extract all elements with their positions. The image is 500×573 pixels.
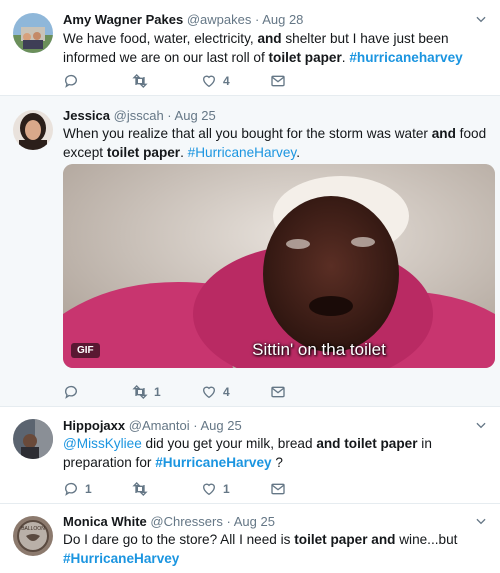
bold-span: and (431, 126, 456, 141)
tweet-text: Do I dare go to the store? All I need is… (63, 530, 493, 568)
like-count: 4 (223, 74, 230, 88)
bold-span: and toilet paper (316, 436, 418, 451)
avatar[interactable]: BALLOON (13, 516, 53, 556)
avatar[interactable] (13, 419, 53, 459)
tweet[interactable]: Jessica @jsscah · Aug 25 When you realiz… (0, 96, 500, 407)
retweet-button[interactable]: 1 (132, 384, 161, 400)
hashtag-link[interactable]: #HurricaneHarvey (155, 455, 271, 470)
text-span: Do I dare go to the store? All I need is (63, 532, 295, 547)
text-span: wine...but (395, 532, 458, 547)
message-button[interactable] (270, 73, 286, 89)
like-button[interactable]: 1 (201, 481, 230, 497)
separator: · (193, 418, 198, 433)
handle[interactable]: @awpakes (187, 12, 252, 27)
tweet-header: Amy Wagner Pakes @awpakes · Aug 28 (63, 12, 303, 28)
reply-icon (63, 384, 79, 400)
hashtag-link[interactable]: #hurricaneharvey (349, 50, 462, 65)
heart-icon (201, 481, 217, 497)
separator: · (226, 514, 231, 529)
tweet-text: We have food, water, electricity, and sh… (63, 29, 493, 67)
retweet-icon (132, 73, 148, 89)
display-name[interactable]: Monica White (63, 514, 147, 529)
separator: · (167, 108, 172, 123)
timestamp[interactable]: Aug 25 (201, 418, 242, 433)
text-span: did you get your milk, bread (141, 436, 317, 451)
gif-frame (63, 164, 495, 368)
envelope-icon (270, 384, 286, 400)
tweet-header: Jessica @jsscah · Aug 25 (63, 108, 216, 124)
text-span: ? (271, 455, 283, 470)
avatar[interactable] (13, 13, 53, 53)
tweet-actions: 1 4 (63, 384, 323, 402)
reply-button[interactable] (63, 384, 85, 400)
text-span: When you realize that all you bought for… (63, 126, 432, 141)
tweet[interactable]: BALLOON Monica White @Chressers · Aug 25… (0, 504, 500, 573)
reply-button[interactable]: 1 (63, 481, 92, 497)
heart-icon (201, 384, 217, 400)
handle[interactable]: @Amantoi (129, 418, 190, 433)
mention-link[interactable]: @MissKyliee (63, 436, 142, 451)
tweet[interactable]: Amy Wagner Pakes @awpakes · Aug 28 We ha… (0, 0, 500, 96)
tweet-actions: 4 (63, 73, 323, 91)
display-name[interactable]: Jessica (63, 108, 110, 123)
avatar-text: BALLOON (21, 526, 45, 532)
like-count: 1 (223, 482, 230, 496)
retweet-button[interactable] (132, 481, 154, 497)
reply-count: 1 (85, 482, 92, 496)
chevron-down-icon[interactable] (474, 418, 488, 432)
handle[interactable]: @jsscah (114, 108, 164, 123)
message-button[interactable] (270, 384, 286, 400)
tweet-text: @MissKyliee did you get your milk, bread… (63, 434, 493, 472)
handle[interactable]: @Chressers (150, 514, 222, 529)
timestamp[interactable]: Aug 28 (262, 12, 303, 27)
text-span: . (180, 145, 188, 160)
retweet-button[interactable] (132, 73, 154, 89)
chevron-down-icon[interactable] (474, 514, 488, 528)
envelope-icon (270, 73, 286, 89)
retweet-icon (132, 384, 148, 400)
avatar[interactable] (13, 110, 53, 150)
reply-icon (63, 73, 79, 89)
display-name[interactable]: Amy Wagner Pakes (63, 12, 183, 27)
reply-button[interactable] (63, 73, 85, 89)
bold-span: toilet paper (106, 145, 181, 160)
chevron-down-icon[interactable] (474, 12, 488, 26)
hashtag-link[interactable]: #HurricaneHarvey (63, 551, 179, 566)
tweet-actions: 1 1 (63, 481, 323, 499)
envelope-icon (270, 481, 286, 497)
bold-span: toilet paper (268, 50, 342, 65)
like-button[interactable]: 4 (201, 384, 230, 400)
gif-caption: Sittin' on tha toilet (252, 340, 386, 359)
tweet-text: When you realize that all you bought for… (63, 124, 493, 162)
timestamp[interactable]: Aug 25 (234, 514, 275, 529)
like-count: 4 (223, 385, 230, 399)
tweet-header: Monica White @Chressers · Aug 25 (63, 514, 275, 530)
bold-span: and (257, 31, 282, 46)
text-span: We have food, water, electricity, (63, 31, 258, 46)
separator: · (254, 12, 260, 27)
display-name[interactable]: Hippojaxx (63, 418, 125, 433)
heart-icon (201, 73, 217, 89)
retweet-count: 1 (154, 385, 161, 399)
like-button[interactable]: 4 (201, 73, 230, 89)
gif-media[interactable]: GIF Sittin' on tha toilet (63, 164, 495, 368)
text-span: . (296, 145, 300, 160)
reply-icon (63, 481, 79, 497)
bold-span: toilet paper and (294, 532, 396, 547)
hashtag-link[interactable]: #HurricaneHarvey (188, 145, 297, 160)
message-button[interactable] (270, 481, 286, 497)
tweet-header: Hippojaxx @Amantoi · Aug 25 (63, 418, 242, 434)
tweet[interactable]: Hippojaxx @Amantoi · Aug 25 @MissKyliee … (0, 407, 500, 504)
retweet-icon (132, 481, 148, 497)
timestamp[interactable]: Aug 25 (175, 108, 216, 123)
